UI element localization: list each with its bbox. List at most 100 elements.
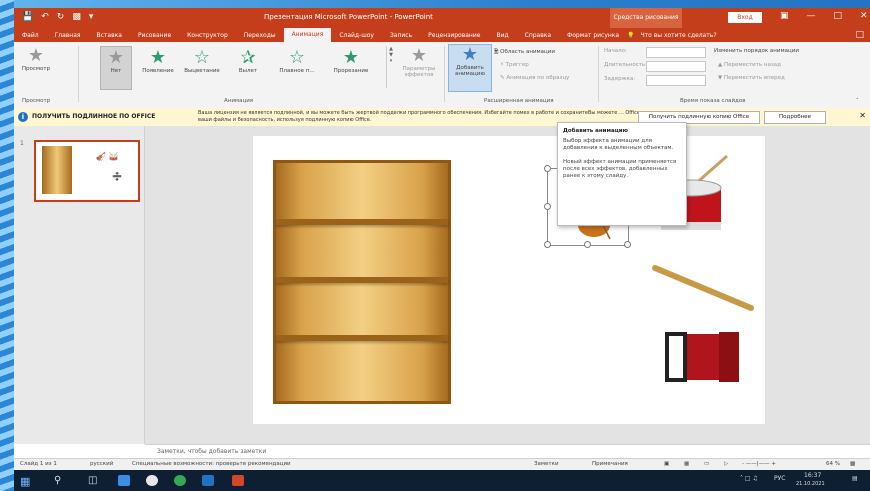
tab-review[interactable]: Рецензирование <box>420 32 488 39</box>
customize-qat-icon[interactable]: ▾ <box>89 12 94 22</box>
tab-view[interactable]: Вид <box>488 32 516 39</box>
windows-start-icon[interactable]: ▦ <box>20 475 32 488</box>
animation-fade[interactable]: ☆ Выцветание <box>180 48 224 75</box>
advanced-animation-group-label: Расширенная анимация <box>484 98 554 104</box>
close-icon[interactable]: ✕ <box>859 111 866 120</box>
quick-access-toolbar: 💾 ↶ ↻ ▩ ▾ <box>22 12 93 22</box>
window-title: Презентация Microsoft PowerPoint - Power… <box>264 13 433 21</box>
animation-painter-button[interactable]: ✎ Анимация по образцу <box>500 75 569 81</box>
gallery-scroll[interactable]: ▲ ▼ ▾ <box>386 46 395 88</box>
tab-design[interactable]: Конструктор <box>179 32 236 39</box>
powerpoint-icon[interactable] <box>232 475 244 486</box>
thumb-instruments: 🎻 🥁 <box>96 152 119 161</box>
warning-title: ПОЛУЧИТЬ ПОДЛИННОЕ ПО OFFICE <box>32 113 156 120</box>
license-warning-bar: i ПОЛУЧИТЬ ПОДЛИННОЕ ПО OFFICE Ваша лице… <box>14 108 870 127</box>
notes-pane[interactable]: Заметки, чтобы добавить заметки <box>145 444 870 458</box>
tray-icons[interactable]: ˄ □ ♫ <box>740 475 758 482</box>
save-icon[interactable]: 💾 <box>22 12 33 22</box>
fit-slide-icon[interactable]: ▩ <box>850 461 855 467</box>
word-icon[interactable] <box>202 475 214 486</box>
tab-help[interactable]: Справка <box>517 32 559 39</box>
chrome-icon[interactable] <box>174 475 186 486</box>
animation-fly-in[interactable]: ✰ Вылет <box>228 47 268 75</box>
slide-thumbnail[interactable]: 🎻 🥁 ➗ <box>34 140 140 202</box>
tab-home[interactable]: Главная <box>47 32 89 39</box>
tab-picture-format[interactable]: Формат рисунка <box>559 32 627 39</box>
start-slideshow-icon[interactable]: ▩ <box>72 12 81 22</box>
powerpoint-window: 💾 ↶ ↻ ▩ ▾ Презентация Microsoft PowerPoi… <box>14 8 870 470</box>
start-select[interactable] <box>646 47 706 58</box>
zoom-slider[interactable]: - ——|—— + <box>742 461 776 467</box>
add-animation-tooltip: Добавить анимацию Выбор эффекта анимации… <box>557 122 687 226</box>
ribbon-animations: ★ Просмотр Просмотр ★ Нет ★ Появление ☆ … <box>14 42 870 109</box>
animation-float-in[interactable]: ☆ Плавное п... <box>272 48 322 75</box>
reading-view-icon[interactable]: ▭ <box>704 461 709 467</box>
collapse-ribbon-icon[interactable]: ˄ <box>856 98 859 104</box>
resize-handle[interactable] <box>624 241 631 248</box>
animation-painter-label: Анимация по образцу <box>506 75 570 81</box>
windows-taskbar: ▦ ⚲ ◫ ˄ □ ♫ РУС 16:37 21.10.2021 ▤ <box>14 470 870 491</box>
notifications-icon[interactable]: ▤ <box>852 475 858 482</box>
animation-appear[interactable]: ★ Появление <box>136 48 180 75</box>
comments-icon[interactable]: □ <box>855 30 864 40</box>
ribbon-display-icon[interactable]: ▣ <box>780 11 789 21</box>
animation-none[interactable]: ★ Нет <box>100 48 132 75</box>
clock-time[interactable]: 16:37 <box>804 472 821 479</box>
normal-view-icon[interactable]: ▣ <box>664 461 669 467</box>
resize-handle[interactable] <box>544 241 551 248</box>
accordion-image[interactable] <box>663 326 743 386</box>
tab-animations[interactable]: Анимация <box>283 28 332 42</box>
slide-thumbnails-pane: 1 🎻 🥁 ➗ <box>14 126 145 444</box>
animation-split[interactable]: ★ Прорезание <box>326 48 376 75</box>
slideshow-view-icon[interactable]: ▷ <box>724 461 728 467</box>
language-indicator[interactable]: русский <box>90 461 113 467</box>
tab-file[interactable]: Файл <box>14 32 47 39</box>
minimize-icon[interactable]: — <box>807 11 816 21</box>
resize-handle[interactable] <box>544 165 551 172</box>
login-button[interactable]: Вход <box>728 12 762 23</box>
zoom-level[interactable]: 64 % <box>826 461 840 467</box>
tab-transitions[interactable]: Переходы <box>236 32 284 39</box>
notes-button[interactable]: Заметки <box>534 461 559 467</box>
flute-image[interactable] <box>651 264 755 314</box>
move-later-button[interactable]: ▼ Переместить вперед <box>718 75 785 81</box>
resize-handle[interactable] <box>544 203 551 210</box>
comments-button[interactable]: Примечания <box>592 461 628 467</box>
learn-more-button[interactable]: Подробнее <box>764 111 826 124</box>
tell-me-input[interactable]: Что вы хотите сделать? <box>641 32 717 39</box>
ribbon-tabs: Файл Главная Вставка Рисование Конструкт… <box>14 28 870 42</box>
reorder-label: Изменить порядок анимации <box>714 48 799 54</box>
yandex-browser-icon[interactable] <box>146 475 158 486</box>
accessibility-status[interactable]: Специальные возможности: проверьте реком… <box>132 461 291 467</box>
duration-input[interactable] <box>646 61 706 72</box>
lightbulb-icon: 💡 <box>627 31 635 39</box>
tab-draw[interactable]: Рисование <box>130 32 179 39</box>
tooltip-title: Добавить анимацию <box>563 128 628 134</box>
delay-input[interactable] <box>646 75 706 86</box>
redo-icon[interactable]: ↻ <box>57 12 65 22</box>
duration-label: Длительность: <box>604 62 648 68</box>
slide-sorter-icon[interactable]: ▦ <box>684 461 689 467</box>
effect-options-button[interactable]: ★ Параметры эффектов <box>396 46 442 79</box>
tab-slideshow[interactable]: Слайд-шоу <box>331 32 382 39</box>
task-view-icon[interactable]: ◫ <box>88 475 100 486</box>
animation-float-label: Плавное п... <box>279 68 315 74</box>
add-animation-label: Добавить анимацию <box>454 65 485 77</box>
app-icon[interactable] <box>118 475 130 486</box>
animation-pane-button[interactable]: 🗎 Область анимации <box>494 48 555 57</box>
undo-icon[interactable]: ↶ <box>41 12 49 22</box>
clock-date[interactable]: 21.10.2021 <box>796 481 825 487</box>
trigger-button[interactable]: ⚡ Триггер <box>500 62 529 68</box>
add-animation-button[interactable]: ★ Добавить анимацию <box>448 44 492 92</box>
tab-record[interactable]: Запись <box>382 32 420 39</box>
keyboard-language[interactable]: РУС <box>774 475 785 482</box>
maximize-icon[interactable]: □ <box>834 11 843 21</box>
bookshelf-image[interactable] <box>273 160 451 404</box>
move-earlier-button[interactable]: ▲ Переместить назад <box>718 62 781 68</box>
resize-handle[interactable] <box>584 241 591 248</box>
star-fly-icon: ✰ <box>240 47 256 68</box>
preview-button[interactable]: ★ Просмотр <box>18 46 54 73</box>
close-icon[interactable]: ✕ <box>860 11 868 21</box>
tab-insert[interactable]: Вставка <box>89 32 130 39</box>
search-icon[interactable]: ⚲ <box>54 475 66 486</box>
